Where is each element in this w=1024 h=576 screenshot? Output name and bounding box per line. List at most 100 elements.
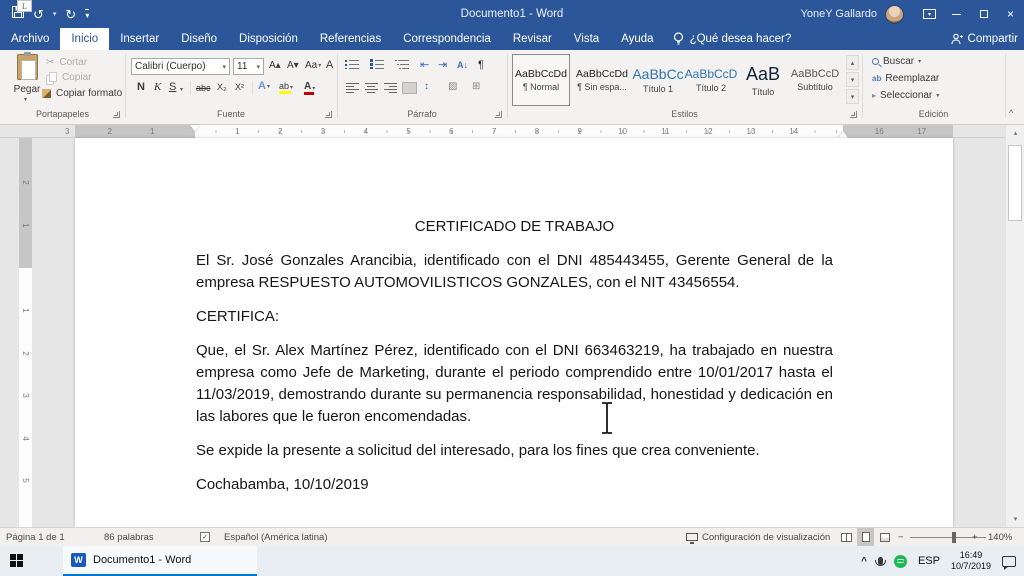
tab-selector[interactable]: L	[17, 0, 32, 12]
vertical-scrollbar[interactable]: ▴ ▾	[1005, 125, 1024, 527]
align-center-button[interactable]	[365, 83, 378, 93]
microphone-icon[interactable]	[878, 557, 883, 565]
multilevel-list-button[interactable]	[395, 59, 409, 69]
redo-icon[interactable]: ↻	[65, 8, 76, 21]
style-heading2[interactable]: AaBbCcD Título 2	[685, 54, 737, 106]
justify-button[interactable]	[403, 83, 416, 93]
share-button[interactable]: Compartir	[951, 28, 1018, 50]
tray-chevron-icon[interactable]: ^	[861, 556, 867, 567]
strikethrough-button[interactable]: abc	[196, 83, 211, 93]
tab-insertar[interactable]: Insertar	[109, 28, 170, 50]
start-button[interactable]	[10, 554, 23, 567]
restore-button[interactable]	[970, 0, 997, 28]
word-count[interactable]: 86 palabras	[104, 528, 154, 546]
customize-qat-icon[interactable]: ▾	[85, 9, 89, 20]
find-button[interactable]: Buscar ▾	[872, 56, 921, 67]
shading-button[interactable]: ▨	[448, 82, 457, 92]
scroll-up-button[interactable]: ▴	[1006, 125, 1024, 141]
tab-archivo[interactable]: Archivo	[0, 28, 60, 50]
notification-center-icon[interactable]	[1002, 556, 1016, 567]
language-indicator[interactable]: Español (América latina)	[224, 528, 328, 546]
styles-scroll-down[interactable]: ▾	[846, 72, 859, 87]
superscript-button[interactable]: X²	[235, 82, 244, 92]
read-mode-button[interactable]	[838, 528, 855, 546]
zoom-slider-thumb[interactable]	[952, 532, 956, 543]
minimize-button[interactable]	[943, 0, 970, 28]
scrollbar-thumb[interactable]	[1008, 145, 1022, 221]
collapse-ribbon-button[interactable]: ^	[1009, 108, 1013, 118]
undo-icon[interactable]: ↺	[33, 8, 44, 21]
display-settings-button[interactable]: Configuración de visualización	[686, 528, 830, 546]
vertical-ruler[interactable]: 2 1 1 2 3 4 5	[19, 138, 32, 527]
text-effects-button[interactable]: A▾	[258, 80, 270, 92]
undo-dropdown-icon[interactable]: ▾	[53, 10, 57, 18]
tab-diseno[interactable]: Diseño	[170, 28, 228, 50]
tab-inicio[interactable]: Inicio	[60, 28, 109, 50]
tab-ayuda[interactable]: Ayuda	[610, 28, 664, 50]
style-normal[interactable]: AaBbCcDd ¶ Normal	[512, 54, 570, 106]
font-dialog-launcher[interactable]	[325, 111, 332, 118]
tab-disposicion[interactable]: Disposición	[228, 28, 309, 50]
decrease-indent-button[interactable]: ⇤	[420, 58, 429, 71]
numbered-list-button[interactable]	[370, 59, 384, 69]
font-size-combo[interactable]: 11 ▾	[233, 58, 264, 75]
right-indent-marker[interactable]	[838, 131, 848, 138]
first-line-indent-marker[interactable]	[190, 125, 200, 132]
style-title[interactable]: AaB Título	[740, 54, 786, 106]
replace-button[interactable]: ab Reemplazar	[872, 73, 939, 84]
change-case-button[interactable]: Aa▾	[305, 60, 321, 71]
avatar[interactable]	[885, 5, 904, 24]
zoom-level[interactable]: 140%	[988, 528, 1012, 546]
styles-dialog-launcher[interactable]	[850, 111, 857, 118]
show-paragraph-marks-button[interactable]: ¶	[478, 59, 484, 71]
tab-correspondencia[interactable]: Correspondencia	[392, 28, 502, 50]
sort-button[interactable]: A↓	[457, 60, 468, 70]
scroll-down-button[interactable]: ▾	[1006, 511, 1024, 527]
line-spacing-button[interactable]: ↕	[424, 81, 429, 92]
web-layout-button[interactable]	[876, 528, 893, 546]
bold-button[interactable]: N	[137, 81, 145, 93]
spotify-icon[interactable]	[894, 555, 907, 568]
tab-vista[interactable]: Vista	[563, 28, 610, 50]
underline-dropdown-icon[interactable]: ▾	[180, 86, 183, 93]
horizontal-ruler[interactable]: 3 2 1 1 2 3 4 5 6 7 8 9 10 11 12 13 14 1…	[0, 125, 1024, 138]
align-left-button[interactable]	[346, 83, 359, 93]
keyboard-language[interactable]: ESP	[918, 555, 940, 567]
increase-indent-button[interactable]: ⇥	[438, 58, 447, 71]
style-heading1[interactable]: AaBbCc Título 1	[634, 54, 682, 106]
font-color-button[interactable]: A▾	[304, 81, 315, 95]
styles-scroll-up[interactable]: ▴	[846, 55, 859, 70]
print-layout-button[interactable]	[857, 528, 874, 546]
zoom-out-button[interactable]: −	[898, 528, 904, 546]
account-name[interactable]: YoneY Gallardo	[801, 8, 877, 20]
select-button[interactable]: ▸ Seleccionar ▾	[872, 90, 939, 101]
font-family-combo[interactable]: Calibri (Cuerpo) ▾	[131, 58, 230, 75]
align-right-button[interactable]	[384, 83, 397, 93]
close-button[interactable]: ×	[997, 0, 1024, 28]
subscript-button[interactable]: X₂	[217, 82, 227, 92]
clipboard-dialog-launcher[interactable]	[113, 111, 120, 118]
cut-button[interactable]: ✂ Cortar	[46, 57, 87, 68]
taskbar-clock[interactable]: 16:49 10/7/2019	[951, 550, 991, 572]
page-indicator[interactable]: Página 1 de 1	[6, 528, 65, 546]
ribbon-display-options-button[interactable]: ▾	[916, 0, 943, 28]
style-subtitle[interactable]: AaBbCcD Subtítulo	[789, 54, 841, 106]
tab-referencias[interactable]: Referencias	[309, 28, 392, 50]
grow-font-button[interactable]: A▴	[269, 60, 281, 71]
underline-button[interactable]: S	[169, 81, 176, 93]
bullet-list-button[interactable]	[345, 59, 359, 69]
highlight-button[interactable]: ab▾	[279, 81, 293, 94]
document-page[interactable]: CERTIFICADO DE TRABAJO El Sr. José Gonza…	[75, 138, 953, 527]
paragraph-dialog-launcher[interactable]	[495, 111, 502, 118]
italic-button[interactable]: K	[154, 81, 161, 93]
zoom-in-button[interactable]: +	[972, 528, 978, 546]
borders-button[interactable]: ⊞	[472, 82, 480, 92]
proofing-status[interactable]: ✓	[200, 528, 210, 546]
shrink-font-button[interactable]: A▾	[287, 60, 299, 71]
copy-button[interactable]: Copiar	[46, 72, 91, 83]
format-painter-button[interactable]: Copiar formato	[42, 88, 122, 99]
tab-revisar[interactable]: Revisar	[502, 28, 563, 50]
tell-me-search[interactable]: ¿Qué desea hacer?	[673, 28, 792, 50]
style-no-spacing[interactable]: AaBbCcDd ¶ Sin espa...	[573, 54, 631, 106]
taskbar-item-word[interactable]: W Documento1 - Word	[63, 546, 257, 576]
